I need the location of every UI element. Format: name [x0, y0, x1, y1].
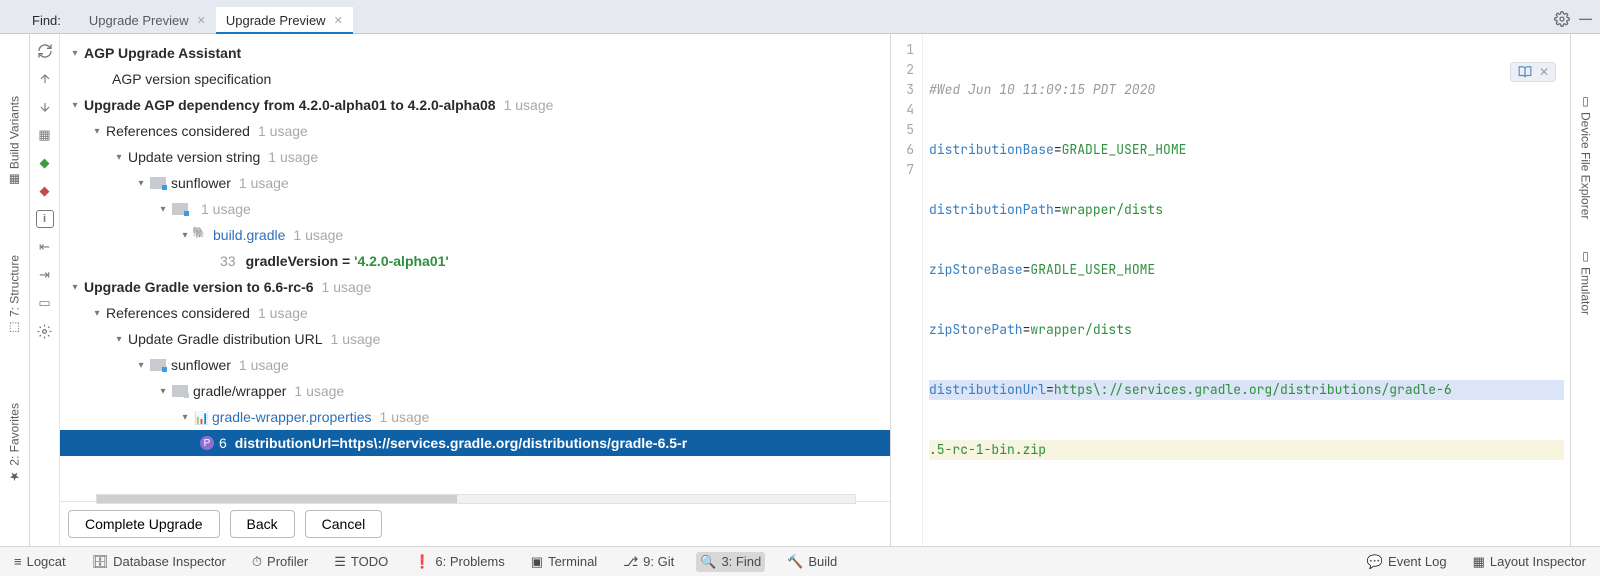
usage-count: 1 usage — [239, 175, 289, 191]
usages-tree-pane: ▾AGP Upgrade Assistant AGP version speci… — [60, 34, 890, 546]
project-folder-icon — [150, 177, 166, 189]
tree-project[interactable]: sunflower — [171, 357, 231, 373]
tree-gradle-title: Upgrade Gradle version to 6.6-rc-6 — [84, 279, 314, 295]
tree-agp-title: Upgrade AGP dependency from 4.2.0-alpha0… — [84, 97, 496, 113]
bottom-terminal[interactable]: ▣Terminal — [527, 552, 601, 572]
folder-icon — [172, 385, 188, 397]
find-tab-bar: Find: Upgrade Preview✕ Upgrade Preview✕ … — [0, 7, 1600, 34]
match-value: '4.2.0-alpha01' — [354, 253, 449, 269]
usage-count: 1 usage — [239, 357, 289, 373]
usage-count: 1 usage — [322, 279, 372, 295]
bottom-find[interactable]: 🔍3: Find — [696, 552, 765, 572]
tree-folder[interactable]: gradle/wrapper — [193, 383, 286, 399]
info-icon[interactable]: i — [36, 210, 54, 228]
properties-file-icon: 📊 — [194, 411, 207, 424]
find-label: Find: — [32, 13, 61, 28]
chevron-down-icon[interactable]: ▾ — [68, 48, 82, 59]
complete-upgrade-button[interactable]: Complete Upgrade — [68, 510, 220, 538]
scrollbar-thumb[interactable] — [97, 495, 457, 503]
sidebar-tab-emulator[interactable]: ▯Emulator — [1579, 249, 1593, 315]
editor-code[interactable]: #Wed Jun 10 11:09:15 PDT 2020 distributi… — [923, 34, 1570, 546]
line-number: 33 — [220, 253, 236, 269]
gradle-file-icon — [194, 229, 208, 241]
usage-count: 1 usage — [294, 383, 344, 399]
bottom-profiler[interactable]: ⏱Profiler — [248, 552, 312, 572]
usage-count: 1 usage — [380, 409, 430, 425]
tree-file-link[interactable]: build.gradle — [213, 227, 285, 243]
back-button[interactable]: Back — [230, 510, 295, 538]
chevron-down-icon[interactable]: ▾ — [134, 178, 148, 189]
minimize-icon[interactable]: — — [1579, 11, 1592, 26]
match-text: distributionUrl=https\://services.gradle… — [235, 435, 687, 451]
sidebar-tab-build-variants[interactable]: ▦Build Variants — [0, 90, 29, 193]
tree-file-link[interactable]: gradle-wrapper.properties — [212, 409, 372, 425]
indent-left-icon[interactable]: ⇤ — [36, 238, 54, 256]
tab-upgrade-preview-2[interactable]: Upgrade Preview ✕ — [216, 7, 353, 34]
tree-update-version: Update version string — [128, 149, 260, 165]
tab-label: Upgrade Preview — [226, 13, 326, 28]
layout-icon[interactable]: ▦ — [36, 126, 54, 144]
chevron-down-icon[interactable]: ▾ — [112, 152, 126, 163]
horizontal-scrollbar[interactable] — [96, 494, 856, 504]
match-text[interactable]: gradleVersion = — [246, 253, 355, 269]
chevron-down-icon[interactable]: ▾ — [68, 282, 82, 293]
panel-icon[interactable]: ▭ — [36, 294, 54, 312]
editor-preview-pane: 1 2 3 4 5 6 7 #Wed Jun 10 11:09:15 PDT 2… — [890, 34, 1570, 546]
arrow-down-icon[interactable] — [36, 98, 54, 116]
usage-count: 1 usage — [268, 149, 318, 165]
tab-label: Upgrade Preview — [89, 13, 189, 28]
tree-project[interactable]: sunflower — [171, 175, 231, 191]
chevron-down-icon[interactable]: ▾ — [178, 412, 192, 423]
chevron-down-icon[interactable]: ▾ — [68, 100, 82, 111]
chevron-down-icon[interactable]: ▾ — [112, 334, 126, 345]
bottom-database-inspector[interactable]: 🗄Database Inspector — [88, 552, 230, 572]
arrow-up-icon[interactable] — [36, 70, 54, 88]
usage-count: 1 usage — [293, 227, 343, 243]
module-folder-icon — [172, 203, 188, 215]
chevron-down-icon[interactable]: ▾ — [178, 230, 192, 241]
usage-count: 1 usage — [201, 201, 251, 217]
property-icon: P — [200, 436, 214, 450]
find-toolstrip: ▦ ◆ ◆ i ⇤ ⇥ ▭ — [30, 34, 60, 546]
settings-icon[interactable] — [1554, 11, 1570, 27]
refresh-icon[interactable] — [36, 42, 54, 60]
sidebar-tab-structure[interactable]: ⬚7: Structure — [0, 249, 29, 341]
sidebar-tab-favorites[interactable]: ★2: Favorites — [0, 397, 29, 490]
tree-refs-label: References considered — [106, 305, 250, 321]
chevron-down-icon[interactable]: ▾ — [90, 126, 104, 137]
usage-count: 1 usage — [504, 97, 554, 113]
bottom-todo[interactable]: ☰TODO — [330, 552, 392, 572]
left-tool-strip: ▦Build Variants ⬚7: Structure ★2: Favori… — [0, 34, 30, 546]
right-tool-strip: ▯Device File Explorer ▯Emulator — [1570, 34, 1600, 546]
tree-root-title: AGP Upgrade Assistant — [84, 45, 241, 61]
chevron-down-icon[interactable]: ▾ — [156, 204, 170, 215]
sidebar-tab-device-file-explorer[interactable]: ▯Device File Explorer — [1579, 94, 1593, 219]
tree-root-subtitle: AGP version specification — [112, 71, 271, 87]
editor-gutter: 1 2 3 4 5 6 7 — [891, 34, 923, 546]
indent-right-icon[interactable]: ⇥ — [36, 266, 54, 284]
tree-selected-match[interactable]: P6 distributionUrl=https\://services.grad… — [60, 430, 890, 456]
chevron-down-icon[interactable]: ▾ — [134, 360, 148, 371]
tree-update-url: Update Gradle distribution URL — [128, 331, 323, 347]
close-icon[interactable]: ✕ — [334, 14, 343, 27]
reader-mode-badge[interactable]: ✕ — [1510, 62, 1556, 82]
bottom-logcat[interactable]: ≡Logcat — [10, 552, 70, 571]
tree-refs-label: References considered — [106, 123, 250, 139]
bottom-git[interactable]: ⎇9: Git — [619, 552, 678, 572]
usage-count: 1 usage — [258, 305, 308, 321]
cancel-button[interactable]: Cancel — [305, 510, 383, 538]
tab-upgrade-preview-1[interactable]: Upgrade Preview ✕ — [79, 7, 216, 34]
project-folder-icon — [150, 359, 166, 371]
gear-icon[interactable] — [36, 322, 54, 340]
chevron-down-icon[interactable]: ▾ — [90, 308, 104, 319]
bottom-problems[interactable]: ❗6: Problems — [410, 552, 509, 572]
usage-count: 1 usage — [331, 331, 381, 347]
close-icon[interactable]: ✕ — [197, 14, 206, 27]
chevron-down-icon[interactable]: ▾ — [156, 386, 170, 397]
prev-diff-icon[interactable]: ◆ — [36, 154, 54, 172]
usage-count: 1 usage — [258, 123, 308, 139]
bottom-build[interactable]: 🔨Build — [783, 552, 841, 572]
next-diff-icon[interactable]: ◆ — [36, 182, 54, 200]
line-number: 6 — [219, 435, 227, 451]
